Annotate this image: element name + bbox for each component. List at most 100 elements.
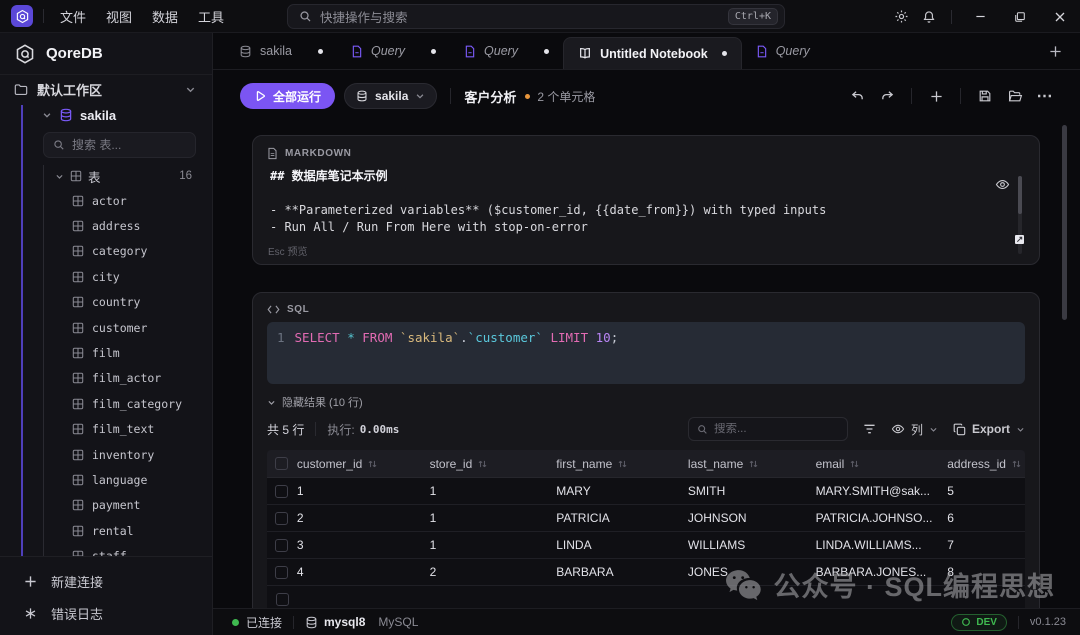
table-grid-icon [72,398,84,410]
select-all-checkbox[interactable] [275,457,288,470]
sort-icon[interactable] [367,458,378,470]
restore-button[interactable] [1000,0,1040,33]
column-header[interactable]: customer_id [297,457,430,471]
sidebar-table-item[interactable]: payment [0,493,212,518]
menu-file[interactable]: 文件 [52,3,94,30]
error-log-button[interactable]: 错误日志 [0,597,212,629]
results-search-input[interactable] [714,423,839,435]
new-connection-button[interactable]: 新建连接 [0,565,212,597]
table-row[interactable]: 21PATRICIAJOHNSONPATRICIA.JOHNSO...6 [267,505,1025,532]
sort-icon[interactable] [1011,458,1022,470]
connection-selector[interactable]: sakila [344,83,437,109]
notifications-bell-icon[interactable] [915,0,943,33]
editor-tab[interactable]: Untitled Notebook [563,37,742,69]
row-checkbox[interactable] [275,539,288,552]
sort-icon[interactable] [849,458,860,470]
sidebar-table-item[interactable]: actor [0,188,212,213]
sort-icon[interactable] [748,458,759,470]
row-checkbox[interactable] [275,512,288,525]
markdown-cell[interactable]: MARKDOWN ## 数据库笔记本示例 - **Parameterized v… [252,135,1040,265]
more-options-icon[interactable]: ⋯ [1032,83,1058,109]
row-checkbox[interactable] [275,566,288,579]
column-header[interactable]: first_name [556,457,688,471]
tab-label: Query [484,44,518,58]
notebook-content: MARKDOWN ## 数据库笔记本示例 - **Parameterized v… [213,122,1080,608]
settings-gear-icon[interactable] [887,0,915,33]
markdown-line: - **Parameterized variables** ($customer… [270,202,999,219]
open-folder-icon[interactable] [1002,83,1028,109]
sort-icon[interactable] [477,458,488,470]
table-row[interactable]: 31LINDAWILLIAMSLINDA.WILLIAMS...7 [267,532,1025,559]
sql-editor[interactable]: 1 SELECT * FROM `sakila`.`customer` LIMI… [267,322,1025,384]
export-button[interactable]: Export [953,422,1025,436]
sidebar-table-item[interactable]: address [0,213,212,238]
new-tab-button[interactable] [1049,33,1062,70]
active-connection[interactable]: mysql8 MySQL [305,615,418,629]
sidebar-table-item[interactable]: rental [0,518,212,543]
sidebar-table-item[interactable]: film_category [0,391,212,416]
total-rows: 共 5 行 [267,421,304,438]
menu-data[interactable]: 数据 [144,3,186,30]
column-header[interactable]: last_name [688,457,816,471]
run-all-button[interactable]: 全部运行 [240,83,335,109]
columns-visibility-button[interactable]: 列 [891,421,938,438]
save-icon[interactable] [972,83,998,109]
command-search[interactable]: 快捷操作与搜索 Ctrl+K [287,4,785,29]
sidebar-table-item[interactable]: country [0,290,212,315]
tree-database-row[interactable]: sakila [0,103,212,127]
sidebar-table-item[interactable]: film_text [0,417,212,442]
sidebar-table-item[interactable]: language [0,467,212,492]
add-cell-icon[interactable] [923,83,949,109]
column-header[interactable]: email [816,457,948,471]
app-logo-icon[interactable] [11,5,33,27]
content-scrollbar[interactable] [1062,125,1067,320]
menu-tools[interactable]: 工具 [190,3,232,30]
results-toggle[interactable]: 隐藏结果 (10 行) [267,394,1025,410]
minimize-button[interactable] [960,0,1000,33]
database-name: sakila [80,108,116,123]
cell-scrollbar-thumb[interactable] [1018,176,1022,214]
sql-cell[interactable]: SQL 1 SELECT * FROM `sakila`.`customer` … [252,292,1040,608]
column-header[interactable]: address_id [947,457,1025,471]
sort-icon[interactable] [617,458,628,470]
menu-bar: 文件 视图 数据 工具 [52,3,232,30]
results-search-box[interactable] [688,417,848,441]
editor-tab[interactable]: Query [742,33,824,69]
cell-resize-handle[interactable] [1015,235,1024,244]
row-checkbox[interactable] [276,593,289,606]
filter-icon[interactable] [863,423,876,435]
table-search-input[interactable] [72,138,186,152]
chevron-down-icon[interactable] [55,172,64,181]
editor-tab[interactable]: Query [450,33,563,69]
editor-tab[interactable]: Query [337,33,450,69]
chevron-down-icon[interactable] [185,84,196,95]
sidebar-table-item[interactable]: customer [0,315,212,340]
editor-tab[interactable]: sakila [225,33,337,69]
cell: WILLIAMS [688,538,816,552]
sidebar-table-item[interactable]: film_actor [0,366,212,391]
sidebar-table-item[interactable]: category [0,239,212,264]
close-button[interactable] [1040,0,1080,33]
chevron-down-icon[interactable] [42,110,52,120]
table-name: category [92,244,147,258]
workspace-row[interactable]: 默认工作区 [0,75,212,103]
markdown-line [270,185,999,202]
table-row[interactable]: 11MARYSMITHMARY.SMITH@sak...5 [267,478,1025,505]
table-search-box[interactable] [43,132,196,158]
markdown-file-icon [267,147,278,160]
preview-eye-icon[interactable] [995,178,1010,191]
results-toolbar-right: 列 Export [688,417,1025,441]
sidebar-table-item[interactable]: staff [0,543,212,556]
sidebar-table-item[interactable]: inventory [0,442,212,467]
column-header[interactable]: store_id [430,457,557,471]
tables-group-row[interactable]: 表 16 [0,164,212,188]
tab-label: Query [776,44,810,58]
sidebar-table-item[interactable]: city [0,264,212,289]
redo-icon[interactable] [874,83,900,109]
sidebar-table-item[interactable]: film [0,340,212,365]
row-checkbox[interactable] [275,485,288,498]
undo-icon[interactable] [844,83,870,109]
menu-view[interactable]: 视图 [98,3,140,30]
chevron-down-icon [415,91,425,101]
markdown-content[interactable]: ## 数据库笔记本示例 - **Parameterized variables*… [253,162,1039,236]
